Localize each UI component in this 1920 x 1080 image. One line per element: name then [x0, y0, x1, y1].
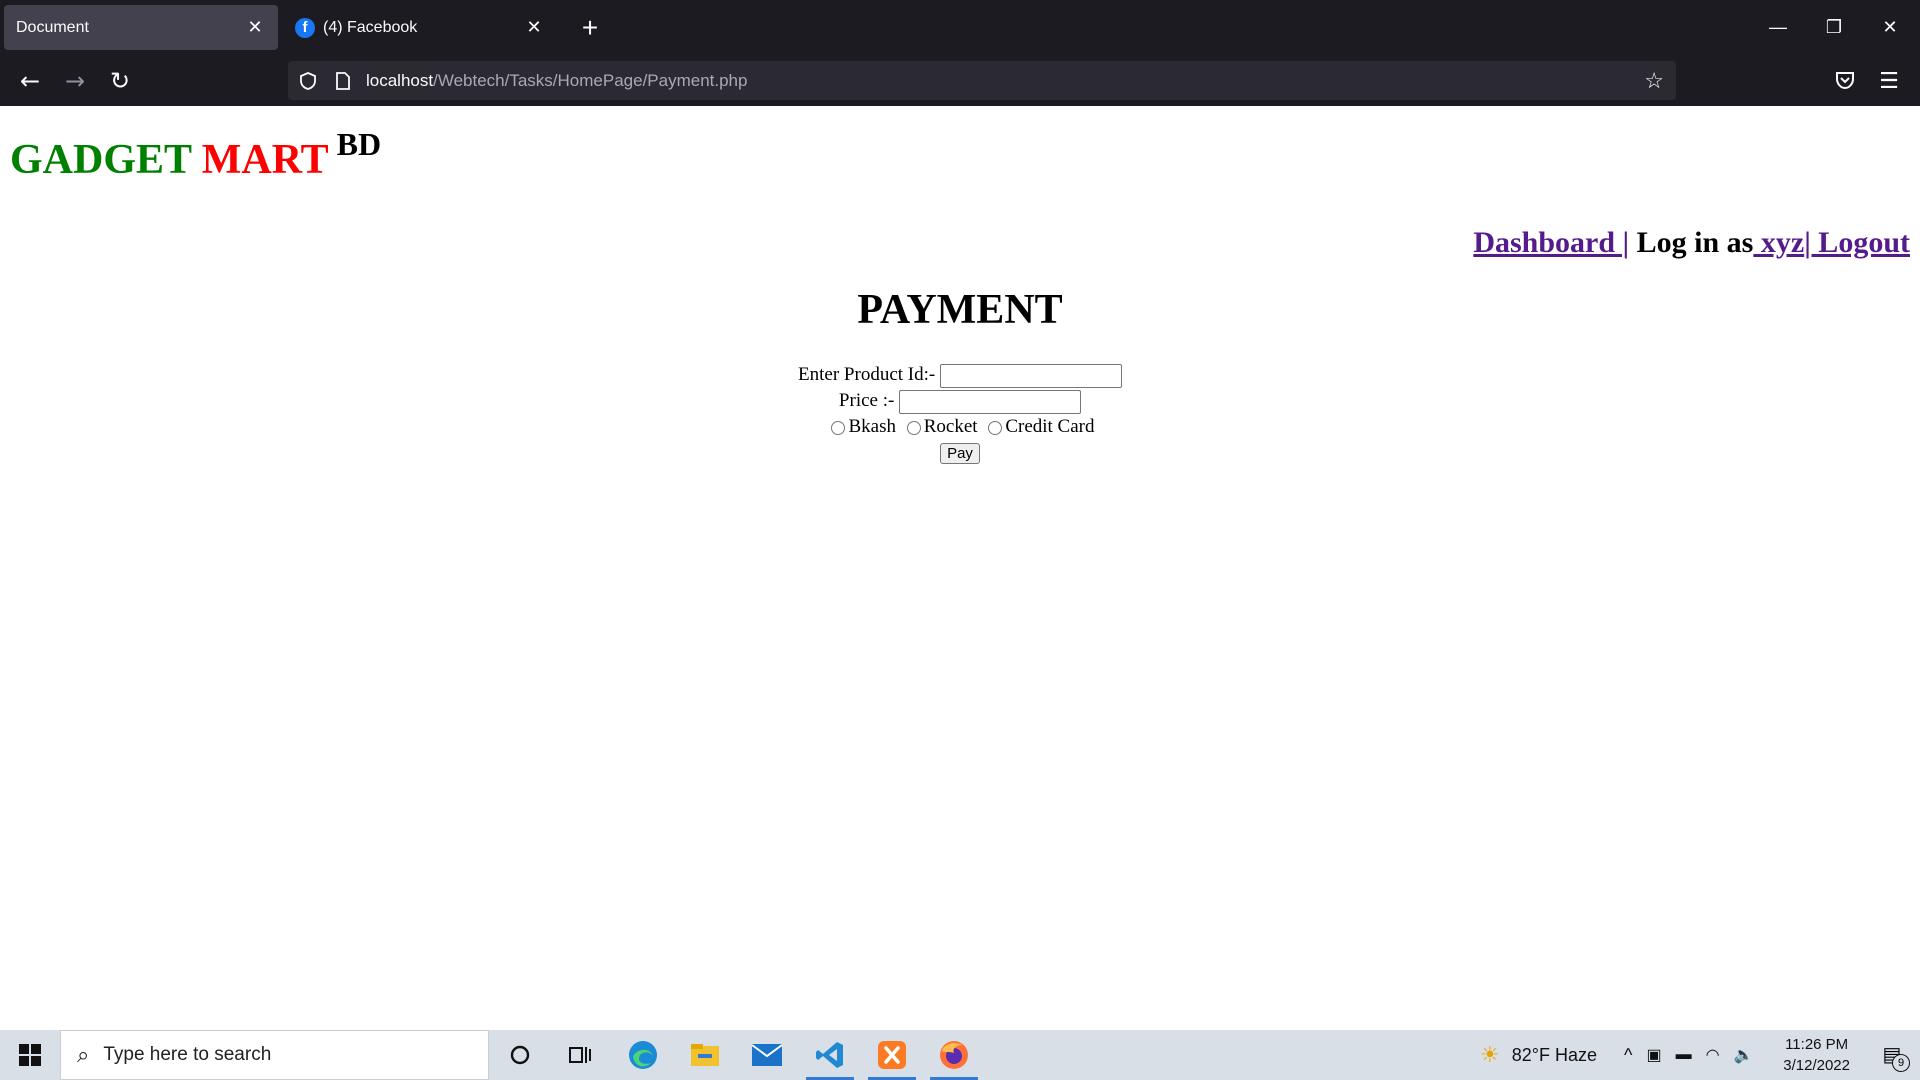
username-link[interactable]: xyz	[1753, 226, 1804, 259]
cortana-icon[interactable]	[492, 1030, 548, 1080]
url-path: /Webtech/Tasks/HomePage/Payment.php	[433, 70, 748, 90]
close-icon[interactable]: ✕	[523, 17, 545, 39]
price-input[interactable]	[899, 389, 1082, 414]
page-icon[interactable]	[334, 71, 352, 91]
file-explorer-icon[interactable]	[677, 1030, 733, 1080]
chevron-up-icon[interactable]: ^	[1624, 1045, 1632, 1066]
tab-bar: Document ✕ f (4) Facebook ✕ + — ❐ ✕	[0, 0, 1920, 55]
taskbar-search-input[interactable]: ⌕ Type here to search	[60, 1030, 489, 1080]
price-label: Price :-	[838, 390, 895, 411]
address-bar[interactable]: localhost/Webtech/Tasks/HomePage/Payment…	[288, 61, 1676, 100]
bkash-radio[interactable]	[831, 420, 846, 435]
date-text: 3/12/2022	[1783, 1057, 1850, 1074]
rocket-radio[interactable]	[906, 420, 921, 435]
user-nav: Dashboard | Log in as xyz| Logout	[1473, 226, 1910, 260]
tab-title: Document	[16, 18, 89, 36]
price-row: Price :-	[0, 388, 1920, 414]
clock[interactable]: 11:26 PM 3/12/2022	[1783, 1034, 1850, 1076]
pay-button[interactable]: Pay	[940, 443, 980, 464]
back-arrow-icon[interactable]: ←	[12, 63, 48, 99]
volume-icon[interactable]: 🔈	[1734, 1045, 1754, 1065]
dashboard-link[interactable]: Dashboard |	[1473, 226, 1629, 259]
shield-icon[interactable]	[298, 71, 318, 91]
forward-arrow-icon[interactable]: →	[57, 63, 93, 99]
product-id-label: Enter Product Id:-	[798, 364, 936, 385]
facebook-icon: f	[295, 17, 315, 38]
tab-facebook[interactable]: f (4) Facebook ✕	[283, 5, 557, 50]
weather-widget[interactable]: ☀ 82°F Haze	[1480, 1030, 1597, 1080]
payment-form: Enter Product Id:- Price :- Bkash Rocket…	[0, 362, 1920, 466]
browser-chrome: Document ✕ f (4) Facebook ✕ + — ❐ ✕ ← → …	[0, 0, 1920, 106]
window-close-icon[interactable]: ✕	[1872, 10, 1908, 44]
time-text: 11:26 PM	[1785, 1036, 1849, 1053]
search-icon: ⌕	[77, 1042, 90, 1067]
notification-count-badge: 9	[1892, 1054, 1910, 1072]
logo-mart: MART	[201, 137, 329, 183]
notification-icon[interactable]: ▤ 9	[1878, 1040, 1910, 1072]
product-id-row: Enter Product Id:-	[0, 362, 1920, 388]
rocket-label: Rocket	[923, 416, 978, 437]
logout-link[interactable]: | Logout	[1804, 226, 1910, 259]
tab-document[interactable]: Document ✕	[4, 5, 278, 50]
edge-browser-icon[interactable]	[615, 1030, 671, 1080]
payment-method-row: Bkash Rocket Credit Card	[0, 414, 1920, 440]
menu-hamburger-icon[interactable]: ☰	[1871, 63, 1907, 99]
xampp-icon[interactable]	[864, 1030, 920, 1080]
windows-start-icon[interactable]	[0, 1030, 60, 1080]
battery-icon[interactable]: ▬	[1676, 1046, 1692, 1064]
product-id-input[interactable]	[939, 363, 1122, 388]
tab-title: (4) Facebook	[323, 18, 418, 36]
wifi-icon[interactable]: ◠	[1706, 1045, 1720, 1065]
mail-icon[interactable]	[739, 1030, 795, 1080]
close-icon[interactable]: ✕	[244, 17, 266, 39]
new-tab-plus-icon[interactable]: +	[574, 12, 606, 44]
vscode-icon[interactable]	[802, 1030, 858, 1080]
page-title: PAYMENT	[857, 287, 1063, 333]
site-logo: GADGET MART BD	[10, 126, 381, 184]
firefox-icon[interactable]	[926, 1030, 982, 1080]
page-content: GADGET MART BD Dashboard | Log in as xyz|…	[0, 106, 1920, 1030]
bookmark-star-icon[interactable]: ☆	[1644, 68, 1664, 94]
weather-haze-icon: ☀	[1480, 1042, 1500, 1067]
pocket-icon[interactable]	[1834, 69, 1856, 91]
nav-toolbar: ← → ↻ localhost/Webtech/Tasks/HomePage/P…	[0, 55, 1920, 106]
reload-icon[interactable]: ↻	[102, 63, 138, 99]
credit-card-radio[interactable]	[988, 420, 1003, 435]
search-placeholder: Type here to search	[103, 1044, 272, 1065]
bkash-label: Bkash	[848, 416, 896, 437]
task-view-icon[interactable]	[552, 1030, 608, 1080]
logo-gadget: GADGET	[10, 137, 192, 183]
restore-icon[interactable]: ❐	[1816, 10, 1852, 44]
system-tray: ^ ▣ ▬ ◠ 🔈	[1624, 1030, 1753, 1080]
taskbar: ⌕ Type here to search ☀ 82°F Haze ^ ▣ ▬ …	[0, 1030, 1920, 1080]
logo-bd: BD	[336, 126, 382, 162]
pay-row: Pay	[0, 440, 1920, 466]
url-host: localhost	[366, 70, 434, 90]
meet-now-icon[interactable]: ▣	[1646, 1045, 1661, 1065]
credit-card-label: Credit Card	[1005, 416, 1095, 437]
logged-in-label: Log in as	[1636, 226, 1754, 259]
minimize-icon[interactable]: —	[1760, 10, 1796, 44]
weather-text: 82°F Haze	[1511, 1044, 1597, 1065]
url-text[interactable]: localhost/Webtech/Tasks/HomePage/Payment…	[366, 71, 747, 91]
